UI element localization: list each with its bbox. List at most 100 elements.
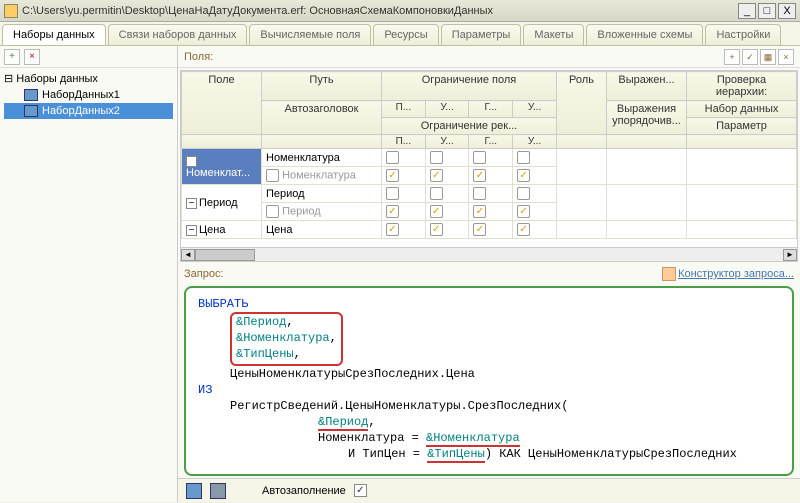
code-expr: И ТипЦен = — [348, 447, 427, 461]
scroll-thumb[interactable] — [195, 249, 255, 261]
code-expr: РегистрСведений.ЦеныНоменклатуры.СрезПос… — [230, 399, 568, 413]
code-param: &ТипЦены — [236, 347, 294, 361]
col-u3[interactable]: У... — [425, 135, 469, 149]
checkbox[interactable] — [430, 223, 443, 236]
query-editor[interactable]: ВЫБРАТЬ &Период, &Номенклатура, &ТипЦены… — [184, 286, 794, 476]
col-restr-field[interactable]: Ограничение поля — [382, 72, 557, 101]
checkbox[interactable] — [473, 187, 486, 200]
tab-datasets[interactable]: Наборы данных — [2, 24, 106, 45]
checkbox[interactable] — [517, 169, 530, 182]
dataset-icon — [24, 89, 38, 101]
save-icon[interactable] — [210, 483, 226, 499]
expand-icon[interactable]: − — [186, 156, 197, 167]
checkbox[interactable] — [386, 187, 399, 200]
col-expr[interactable]: Выражен... — [607, 72, 687, 101]
maximize-button[interactable]: □ — [758, 3, 776, 19]
checkbox[interactable] — [517, 187, 530, 200]
table-row[interactable]: −Номенклат... Номенклатура — [182, 149, 797, 167]
col-hier[interactable]: Проверка иерархии: — [687, 72, 797, 101]
titlebar: C:\Users\yu.permitin\Desktop\ЦенаНаДатуД… — [0, 0, 800, 22]
tab-nested[interactable]: Вложенные схемы — [586, 24, 703, 45]
checkbox[interactable] — [473, 169, 486, 182]
checkbox[interactable] — [473, 151, 486, 164]
query-constructor-link[interactable]: Конструктор запроса... — [662, 267, 794, 281]
close-button[interactable]: X — [778, 3, 796, 19]
col-auto[interactable]: Автозаголовок — [262, 101, 382, 135]
scroll-right-icon[interactable]: ► — [783, 249, 797, 261]
checkbox[interactable] — [386, 169, 399, 182]
expand-icon[interactable]: − — [186, 198, 197, 209]
code-kw: ВЫБРАТЬ — [198, 297, 248, 311]
tab-layouts[interactable]: Макеты — [523, 24, 584, 45]
constructor-icon — [662, 267, 676, 281]
col-expr-ord[interactable]: Выражения упорядочив... — [607, 101, 687, 135]
tree-item-dataset1[interactable]: НаборДанных1 — [4, 87, 173, 103]
checkbox[interactable] — [430, 169, 443, 182]
cell-path[interactable]: Период — [262, 185, 382, 203]
open-icon[interactable] — [186, 483, 202, 499]
minimize-button[interactable]: _ — [738, 3, 756, 19]
cell-auto: Период — [282, 205, 321, 217]
checkbox[interactable] — [517, 151, 530, 164]
tree-toolbar: + × — [0, 46, 177, 68]
tab-settings[interactable]: Настройки — [705, 24, 781, 45]
cell-path[interactable]: Цена — [262, 221, 382, 239]
plus2-button[interactable]: ✓ — [742, 49, 758, 65]
col-path[interactable]: Путь — [262, 72, 382, 101]
delete-button[interactable]: × — [778, 49, 794, 65]
table-row[interactable]: −Цена Цена — [182, 221, 797, 239]
checkbox[interactable] — [517, 205, 530, 218]
code-punct: , — [368, 415, 375, 429]
scroll-left-icon[interactable]: ◄ — [181, 249, 195, 261]
col-restr-rec[interactable]: Ограничение рек... — [382, 118, 557, 135]
fields-label: Поля: — [184, 51, 213, 63]
col-g[interactable]: Г... — [469, 101, 513, 118]
tree-root[interactable]: ⊟ Наборы данных — [4, 72, 173, 85]
fields-grid: Поле Путь Ограничение поля Роль Выражен.… — [180, 70, 798, 262]
col-p[interactable]: П... — [382, 101, 426, 118]
checkbox[interactable] — [386, 223, 399, 236]
bottom-toolbar: Автозаполнение — [178, 478, 800, 502]
col-u4[interactable]: У... — [513, 135, 557, 149]
checkbox[interactable] — [517, 223, 530, 236]
expand-icon[interactable]: − — [186, 225, 197, 236]
col-g2[interactable]: Г... — [469, 135, 513, 149]
add-dataset-button[interactable]: + — [4, 49, 20, 65]
cell-field: Номенклат... — [186, 167, 250, 179]
checkbox[interactable] — [386, 151, 399, 164]
col-ds[interactable]: Набор данных — [687, 101, 797, 118]
tab-calc[interactable]: Вычисляемые поля — [249, 24, 371, 45]
add-field-button[interactable]: + — [724, 49, 740, 65]
col-field[interactable]: Поле — [182, 72, 262, 135]
code-param: &Период — [318, 415, 368, 431]
code-punct: , — [286, 315, 293, 329]
paste-button[interactable]: ▦ — [760, 49, 776, 65]
tab-links[interactable]: Связи наборов данных — [108, 24, 248, 45]
cell-path[interactable]: Номенклатура — [262, 149, 382, 167]
tree-item-dataset2[interactable]: НаборДанных2 — [4, 103, 173, 119]
code-expr: ) КАК ЦеныНоменклатурыСрезПоследних — [485, 447, 737, 461]
col-role[interactable]: Роль — [557, 72, 607, 135]
checkbox[interactable] — [386, 205, 399, 218]
tree-root-label: Наборы данных — [16, 73, 98, 85]
checkbox[interactable] — [266, 205, 279, 218]
checkbox[interactable] — [430, 205, 443, 218]
table-row[interactable]: −Период Период — [182, 185, 797, 203]
tab-params[interactable]: Параметры — [441, 24, 522, 45]
checkbox[interactable] — [266, 169, 279, 182]
remove-dataset-button[interactable]: × — [24, 49, 40, 65]
checkbox[interactable] — [430, 187, 443, 200]
col-param[interactable]: Параметр — [687, 118, 797, 135]
col-p2[interactable]: П... — [382, 135, 426, 149]
col-u[interactable]: У... — [425, 101, 469, 118]
tree-item-label: НаборДанных2 — [42, 105, 120, 117]
tree-item-label: НаборДанных1 — [42, 89, 120, 101]
tab-resources[interactable]: Ресурсы — [373, 24, 438, 45]
app-icon — [4, 4, 18, 18]
autofill-checkbox[interactable] — [354, 484, 367, 497]
checkbox[interactable] — [473, 223, 486, 236]
horizontal-scrollbar[interactable]: ◄ ► — [181, 247, 797, 261]
col-u2[interactable]: У... — [513, 101, 557, 118]
checkbox[interactable] — [430, 151, 443, 164]
checkbox[interactable] — [473, 205, 486, 218]
